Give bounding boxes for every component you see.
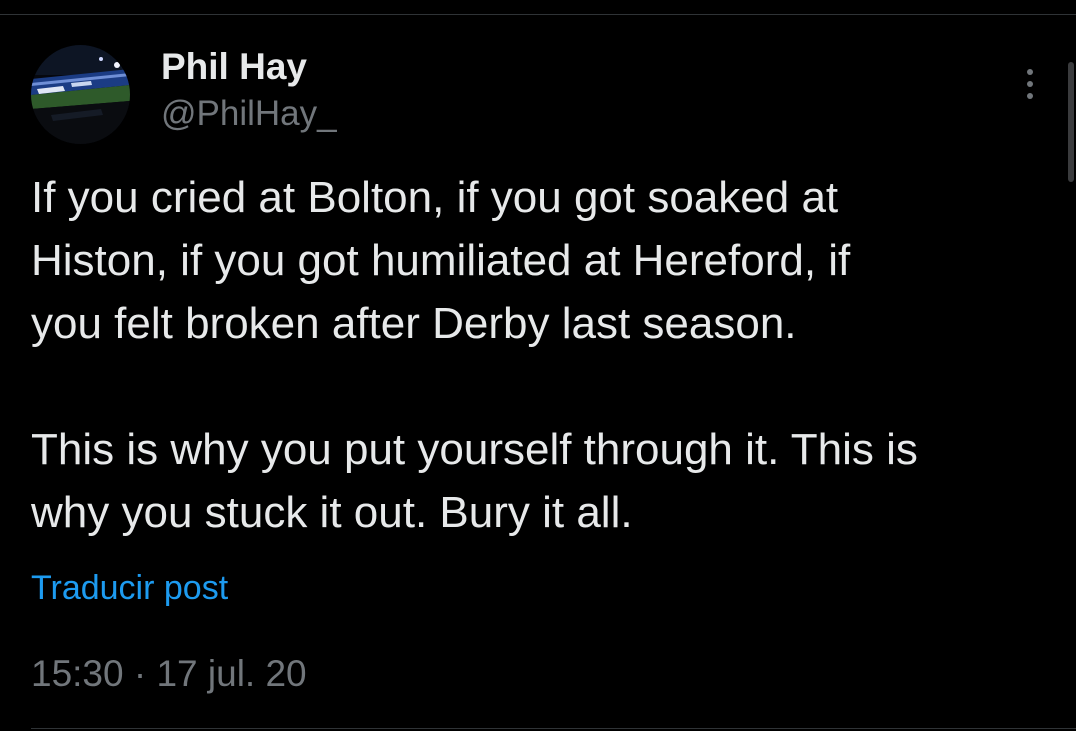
scrollbar-thumb[interactable] — [1068, 62, 1074, 182]
author-name[interactable]: Phil Hay — [161, 43, 307, 91]
more-options-button[interactable] — [1008, 62, 1052, 106]
more-dot — [1027, 93, 1033, 99]
stadium-photo-avatar — [31, 45, 130, 144]
tweet-paragraph: If you cried at Bolton, if you got soake… — [31, 173, 851, 348]
translate-post-link[interactable]: Traducir post — [31, 566, 228, 610]
bottom-divider — [31, 728, 1076, 729]
tweet-paragraph: This is why you put yourself through it.… — [31, 425, 918, 537]
top-divider — [0, 14, 1076, 15]
more-dot — [1027, 81, 1033, 87]
more-dot — [1027, 69, 1033, 75]
tweet-text: If you cried at Bolton, if you got soake… — [31, 166, 1041, 544]
author-handle[interactable]: @PhilHay_ — [161, 91, 337, 137]
avatar[interactable] — [31, 45, 130, 144]
timestamp[interactable]: 15:30 · 17 jul. 20 — [31, 651, 307, 697]
